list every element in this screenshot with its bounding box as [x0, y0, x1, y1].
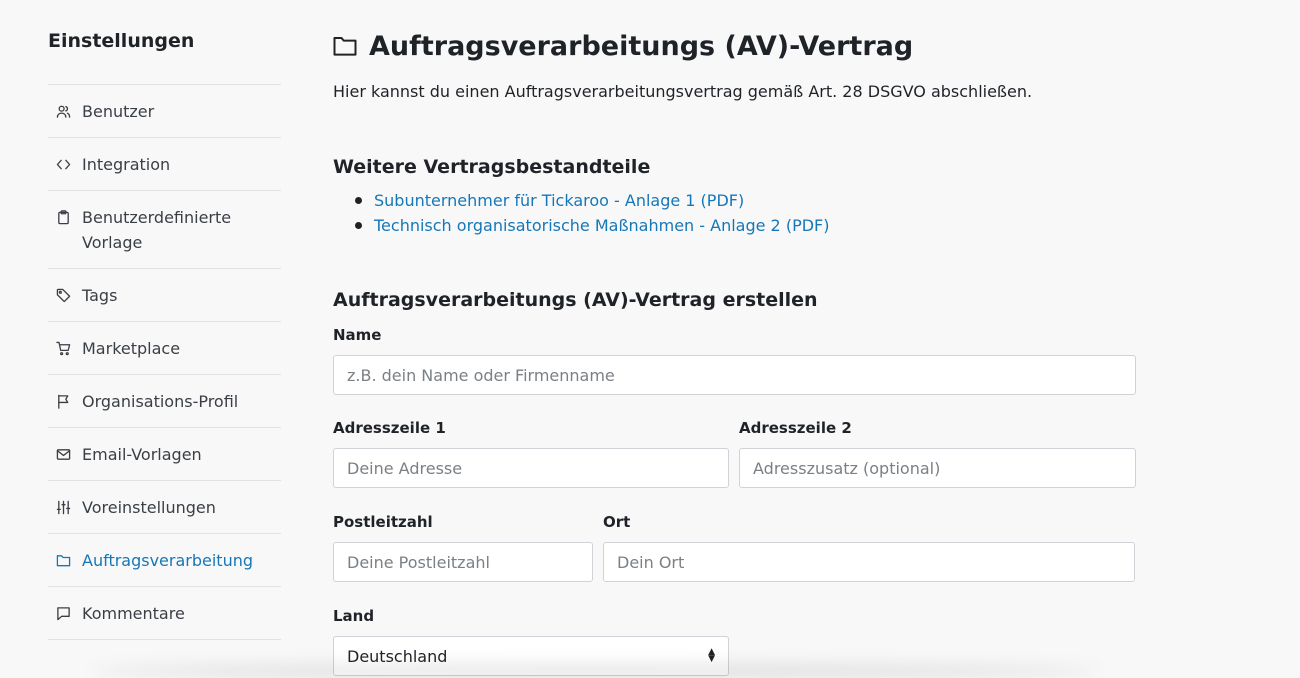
tag-icon — [56, 283, 74, 308]
sidebar-item-voreinstellungen[interactable]: Voreinstellungen — [48, 481, 281, 534]
bottom-bar-shadow — [90, 664, 1100, 678]
page-title-text: Auftragsverarbeitungs (AV)-Vertrag — [369, 30, 914, 62]
sidebar-item-label: Voreinstellungen — [82, 498, 216, 517]
name-label: Name — [333, 326, 382, 344]
folder-icon — [56, 548, 74, 573]
clipboard-icon — [56, 205, 74, 230]
addr1-label: Adresszeile 1 — [333, 419, 446, 437]
sidebar-item-auftragsverarbeitung[interactable]: Auftragsverarbeitung — [48, 534, 281, 587]
sidebar-item-kommentare[interactable]: Kommentare — [48, 587, 281, 640]
sidebar-item-label: Auftragsverarbeitung — [82, 551, 254, 570]
users-icon — [56, 99, 74, 124]
sidebar-item-email-vorlagen[interactable]: Email-Vorlagen — [48, 428, 281, 481]
page-title: Auftragsverarbeitungs (AV)-Vertrag — [333, 28, 1136, 64]
sliders-icon — [56, 495, 74, 520]
addr2-label: Adresszeile 2 — [739, 419, 852, 437]
sidebar-title: Einstellungen — [48, 30, 195, 52]
list-item: Subunternehmer für Tickaroo - Anlage 1 (… — [333, 188, 829, 213]
sidebar-item-benutzerdefinierte-vorlage[interactable]: Benutzerdefinierte Vorlage — [48, 191, 281, 269]
form-heading: Auftragsverarbeitungs (AV)-Vertrag erste… — [333, 289, 818, 311]
folder-icon — [333, 34, 359, 58]
sidebar-item-label: Kommentare — [82, 604, 185, 623]
sidebar-item-label: Email-Vorlagen — [82, 445, 202, 464]
city-input[interactable] — [603, 542, 1135, 582]
docs-heading: Weitere Vertragsbestandteile — [333, 156, 651, 178]
sidebar-item-label: Marketplace — [82, 339, 181, 358]
city-label: Ort — [603, 513, 631, 531]
sidebar-item-marketplace[interactable]: Marketplace — [48, 322, 281, 375]
mail-icon — [56, 442, 74, 467]
sidebar-item-benutzer[interactable]: Benutzer — [48, 85, 281, 138]
comment-icon — [56, 601, 74, 626]
sidebar-item-label: Organisations-Profil — [82, 392, 239, 411]
country-label: Land — [333, 607, 375, 625]
flag-icon — [56, 389, 74, 414]
intro-text: Hier kannst du einen Auftragsverarbeitun… — [333, 82, 1033, 101]
main-content: Auftragsverarbeitungs (AV)-Vertrag Hier … — [333, 28, 1136, 676]
doc-link-anlage-1[interactable]: Subunternehmer für Tickaroo - Anlage 1 (… — [374, 191, 744, 210]
sidebar-item-organisations-profil[interactable]: Organisations-Profil — [48, 375, 281, 428]
sidebar-item-label: Tags — [82, 286, 118, 305]
name-input[interactable] — [333, 355, 1136, 395]
sidebar-item-tags[interactable]: Tags — [48, 269, 281, 322]
docs-list: Subunternehmer für Tickaroo - Anlage 1 (… — [333, 188, 829, 238]
list-item: Technisch organisatorische Maßnahmen - A… — [333, 213, 829, 238]
code-icon — [56, 152, 74, 177]
bullet — [355, 222, 362, 229]
doc-link-anlage-2[interactable]: Technisch organisatorische Maßnahmen - A… — [374, 216, 829, 235]
address-line-1-input[interactable] — [333, 448, 729, 488]
sidebar-item-label: Benutzerdefinierte Vorlage — [82, 208, 232, 252]
settings-nav: Benutzer Integration Benutzerdefinierte … — [48, 84, 281, 640]
address-line-2-input[interactable] — [739, 448, 1136, 488]
zip-input[interactable] — [333, 542, 593, 582]
sidebar-item-integration[interactable]: Integration — [48, 138, 281, 191]
cart-icon — [56, 336, 74, 361]
bullet — [355, 197, 362, 204]
select-arrows-icon: ▲ ▼ — [708, 647, 715, 664]
sidebar-item-label: Integration — [82, 155, 171, 174]
sidebar-item-label: Benutzer — [82, 102, 155, 121]
zip-label: Postleitzahl — [333, 513, 433, 531]
country-select-value: Deutschland — [347, 646, 448, 666]
settings-sidebar: Einstellungen Benutzer Integration Benut… — [48, 28, 281, 640]
